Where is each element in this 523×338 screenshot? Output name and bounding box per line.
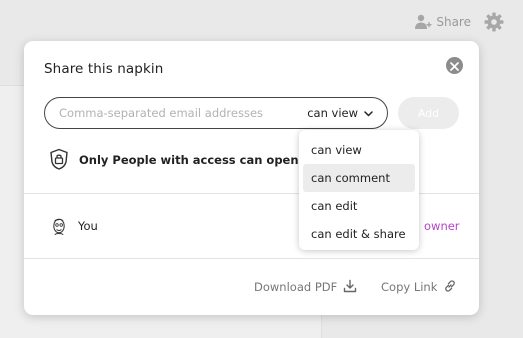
- menu-item-can-comment[interactable]: can comment: [303, 164, 415, 192]
- copy-link-label: Copy Link: [381, 280, 438, 294]
- share-label: Share: [436, 15, 471, 29]
- member-role: owner: [424, 219, 460, 233]
- add-button[interactable]: Add: [398, 97, 459, 129]
- avatar: [50, 215, 68, 237]
- share-button[interactable]: Share: [414, 13, 471, 31]
- close-button[interactable]: [446, 57, 463, 74]
- gear-icon: [483, 11, 505, 33]
- download-pdf-label: Download PDF: [254, 280, 338, 294]
- add-user-icon: [414, 13, 432, 31]
- menu-item-can-view[interactable]: can view: [303, 136, 415, 164]
- link-icon: [443, 279, 457, 296]
- link-access-row: Only People with access can open the lin…: [49, 148, 329, 172]
- menu-item-can-edit[interactable]: can edit: [303, 192, 415, 220]
- download-pdf-button[interactable]: Download PDF: [254, 278, 357, 296]
- chevron-down-icon: [364, 106, 373, 120]
- divider: [24, 258, 479, 259]
- close-icon: [450, 56, 459, 75]
- dialog-title: Share this napkin: [44, 61, 164, 77]
- member-name: You: [78, 219, 98, 233]
- menu-item-can-edit-and-share[interactable]: can edit & share: [303, 220, 415, 248]
- top-toolbar: Share: [414, 10, 505, 34]
- permission-dropdown-menu: can view can comment can edit can edit &…: [299, 130, 419, 250]
- lock-icon: [49, 148, 69, 173]
- link-access-text: Only People with access can open the lin…: [79, 153, 329, 167]
- download-icon: [343, 279, 357, 296]
- permission-select[interactable]: can view: [307, 98, 373, 128]
- member-row: You: [50, 213, 98, 239]
- permission-selected-label: can view: [307, 106, 358, 120]
- email-input-container: can view: [44, 97, 388, 129]
- email-input[interactable]: [45, 98, 285, 128]
- settings-button[interactable]: [483, 11, 505, 33]
- copy-link-button[interactable]: Copy Link: [381, 278, 457, 296]
